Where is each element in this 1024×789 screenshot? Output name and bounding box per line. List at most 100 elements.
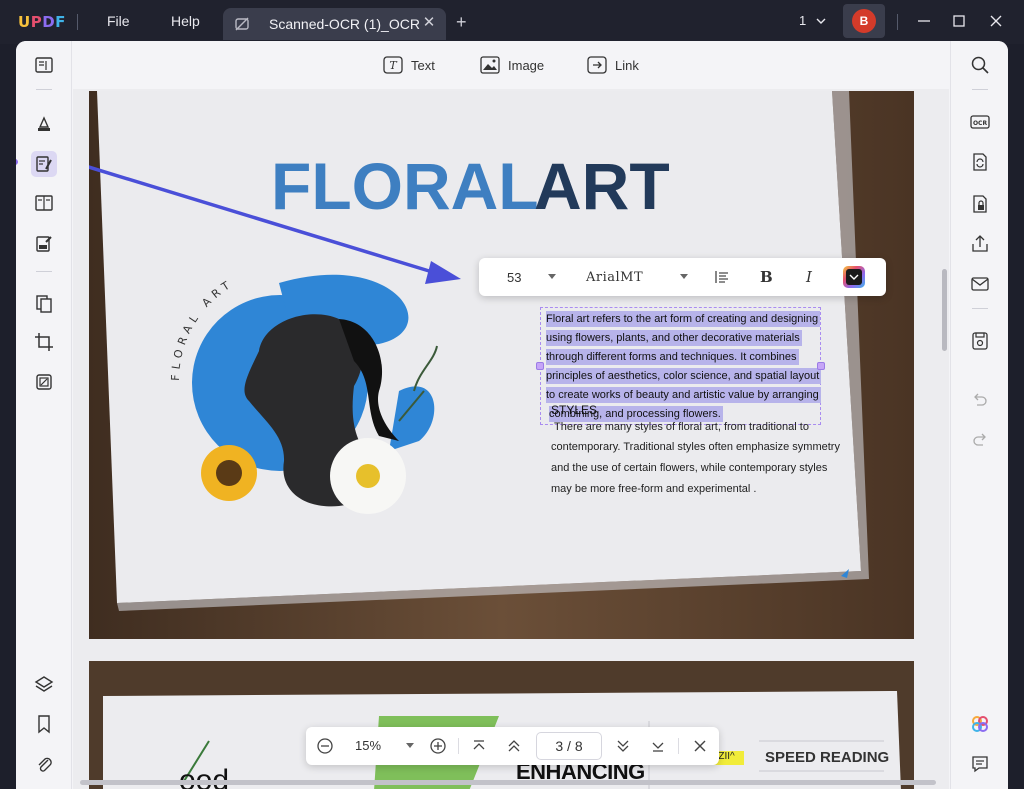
bold-button[interactable]: B: [760, 268, 773, 286]
next-page-button[interactable]: [613, 736, 633, 756]
font-family-dropdown-icon[interactable]: [679, 273, 689, 281]
paragraph-line: to create works of beauty and artistic v…: [546, 387, 821, 403]
account-button[interactable]: B: [843, 4, 885, 38]
convert-icon: [973, 153, 987, 171]
updf-logo[interactable]: UPDF: [18, 13, 66, 31]
active-indicator: [16, 159, 18, 165]
close-window-icon[interactable]: [985, 10, 1007, 32]
pages-icon: [36, 295, 52, 313]
share-icon: [972, 235, 988, 252]
divider: [897, 14, 898, 30]
document-viewport[interactable]: FLORAL ART FLORAL ART Floral art refers …: [73, 89, 949, 789]
bookmark-button[interactable]: [31, 711, 57, 737]
undo-button[interactable]: [967, 386, 993, 412]
reader-mode-button[interactable]: [31, 52, 57, 78]
reader-icon: [35, 57, 53, 73]
menu-help[interactable]: Help: [171, 13, 200, 29]
resize-handle-right[interactable]: [817, 362, 825, 370]
maximize-icon[interactable]: [948, 10, 970, 32]
image-icon: [480, 56, 500, 74]
fill-sign-button[interactable]: [31, 231, 57, 257]
edit-pdf-button[interactable]: [31, 151, 57, 177]
page-4: ENHANCING SPEED READING FIIOIIII ZII^ oo…: [89, 661, 914, 789]
comment-icon: [972, 756, 988, 773]
crop-tool-button[interactable]: [31, 329, 57, 355]
document-tab[interactable]: Scanned-OCR (1)_OCR ✕: [223, 8, 446, 40]
form-tool-button[interactable]: [31, 190, 57, 216]
resize-handle-left[interactable]: [536, 362, 544, 370]
comment-tool-button[interactable]: [31, 111, 57, 137]
minimize-icon[interactable]: [913, 10, 935, 32]
close-nav-button[interactable]: [690, 736, 710, 756]
link-icon: [587, 56, 607, 74]
scanned-doc-icon: [235, 17, 249, 31]
add-link-button[interactable]: Link: [587, 55, 639, 75]
paragraph-line: using flowers, plants, and other decorat…: [546, 330, 802, 346]
paragraph-line: through different forms and techniques. …: [546, 349, 799, 365]
zoom-level[interactable]: 15%: [355, 738, 381, 753]
add-text-button[interactable]: T Text: [383, 55, 435, 75]
save-icon: [972, 332, 988, 350]
zoom-out-button[interactable]: [315, 736, 335, 756]
heading-floral: FLORAL: [271, 149, 539, 223]
zoom-dropdown-icon[interactable]: [405, 742, 415, 750]
vertical-scrollbar[interactable]: [942, 269, 947, 351]
ai-assistant-button[interactable]: [967, 711, 993, 737]
convert-button[interactable]: [967, 149, 993, 175]
zoom-in-button[interactable]: [428, 736, 448, 756]
text-format-bar: 53 ArialMT B I: [479, 258, 886, 296]
redo-button[interactable]: [967, 426, 993, 452]
tab-title: Scanned-OCR (1)_OCR: [269, 16, 420, 32]
paragraph-line: Floral art refers to the art form of cre…: [546, 311, 821, 327]
first-page-icon: [473, 740, 485, 750]
tab-close-button[interactable]: ✕: [421, 15, 437, 31]
font-size-dropdown-icon[interactable]: [547, 273, 557, 281]
share-button[interactable]: [967, 231, 993, 257]
page-number-input[interactable]: 3 / 8: [536, 732, 602, 760]
comments-panel-button[interactable]: [967, 751, 993, 777]
layers-button[interactable]: [31, 671, 57, 697]
save-button[interactable]: [967, 328, 993, 354]
email-button[interactable]: [967, 271, 993, 297]
layers-icon: [34, 676, 54, 692]
previous-page-button[interactable]: [504, 736, 524, 756]
italic-button[interactable]: I: [806, 268, 812, 286]
new-tab-button[interactable]: +: [456, 13, 467, 31]
crop-icon: [35, 333, 53, 351]
divider: [678, 738, 679, 754]
first-page-button[interactable]: [469, 736, 489, 756]
font-size-value[interactable]: 53: [507, 270, 521, 285]
edit-pdf-icon: [36, 156, 52, 172]
protect-button[interactable]: [967, 191, 993, 217]
add-image-button[interactable]: Image: [480, 55, 544, 75]
tab-count-dropdown[interactable]: 1: [799, 13, 826, 28]
last-page-button[interactable]: [648, 736, 668, 756]
divider: [36, 89, 52, 90]
form-icon: [35, 195, 53, 211]
menu-file[interactable]: File: [107, 13, 130, 29]
styles-line: contemporary. Traditional styles often e…: [551, 441, 840, 453]
paperclip-icon: [38, 757, 52, 772]
page-3: FLORAL ART FLORAL ART Floral art refers …: [89, 91, 914, 639]
organize-pages-button[interactable]: [31, 291, 57, 317]
divider: [36, 271, 52, 272]
attachment-button[interactable]: [31, 751, 57, 777]
align-icon[interactable]: [714, 269, 730, 285]
ai-assistant-icon: [972, 716, 988, 732]
zoom-in-icon: [430, 738, 446, 754]
chevron-double-down-icon: [617, 740, 629, 752]
edit-toolbar: T Text Image Link: [73, 41, 949, 89]
link-label: Link: [615, 57, 639, 73]
horizontal-scrollbar[interactable]: [80, 780, 936, 785]
divider: [458, 738, 459, 754]
image-label: Image: [508, 57, 545, 73]
tab-count: 1: [799, 13, 807, 28]
divider: [77, 14, 78, 30]
last-page-icon: [652, 742, 664, 752]
font-family-value[interactable]: ArialMT: [586, 270, 643, 285]
text-color-button[interactable]: [843, 266, 865, 288]
page-navigation-bar: 15% 3 / 8: [306, 727, 719, 765]
tools-button[interactable]: [31, 369, 57, 395]
search-button[interactable]: [967, 52, 993, 78]
ocr-button[interactable]: OCR: [967, 109, 993, 135]
